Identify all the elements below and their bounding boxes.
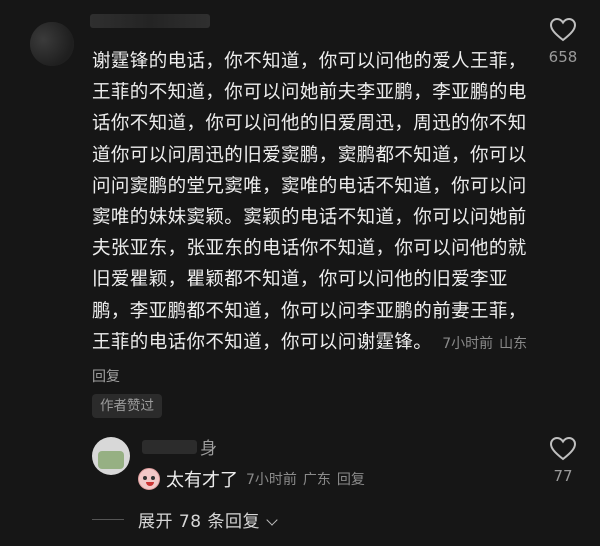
reply-like-count: 77 [553, 467, 573, 485]
reply-text: 太有才了 [166, 470, 238, 491]
reply-avatar[interactable] [92, 437, 130, 475]
commenter-name-blurred[interactable] [90, 14, 210, 28]
heart-outline-icon [550, 437, 576, 461]
comment-like-button[interactable]: 658 [538, 18, 588, 66]
reply-time: 7小时前 [246, 472, 297, 488]
replies-divider [92, 519, 124, 520]
comment-body: 谢霆锋的电话，你不知道，你可以问他的爱人王菲，王菲的不知道，你可以问她前夫李亚鹏… [92, 46, 537, 393]
expand-replies-label: 展开 78 条回复 [138, 512, 260, 532]
reply-name[interactable]: 身 [200, 434, 217, 459]
chevron-down-icon [266, 514, 278, 526]
author-liked-badge: 作者赞过 [92, 394, 162, 418]
reply-name-blurred[interactable] [142, 440, 197, 454]
heart-outline-icon [550, 18, 576, 42]
reply-body: 太有才了 7小时前 广东 回复 [138, 466, 371, 492]
comment-location: 山东 [499, 335, 528, 352]
reply-reply-link[interactable]: 回复 [337, 472, 365, 488]
comment-like-count: 658 [548, 48, 578, 66]
laughing-emoji-icon [138, 468, 160, 490]
commenter-avatar[interactable] [30, 22, 74, 66]
reply-meta: 7小时前 广东 回复 [246, 469, 371, 489]
expand-replies-button[interactable]: 展开 78 条回复 [138, 507, 278, 532]
comment-text: 谢霆锋的电话，你不知道，你可以问他的爱人王菲，王菲的不知道，你可以问她前夫李亚鹏… [92, 51, 527, 353]
reply-location: 广东 [302, 472, 331, 488]
comment-reply-link[interactable]: 回复 [92, 369, 120, 385]
reply-like-button[interactable]: 77 [538, 437, 588, 485]
comment-time: 7小时前 [442, 335, 494, 352]
